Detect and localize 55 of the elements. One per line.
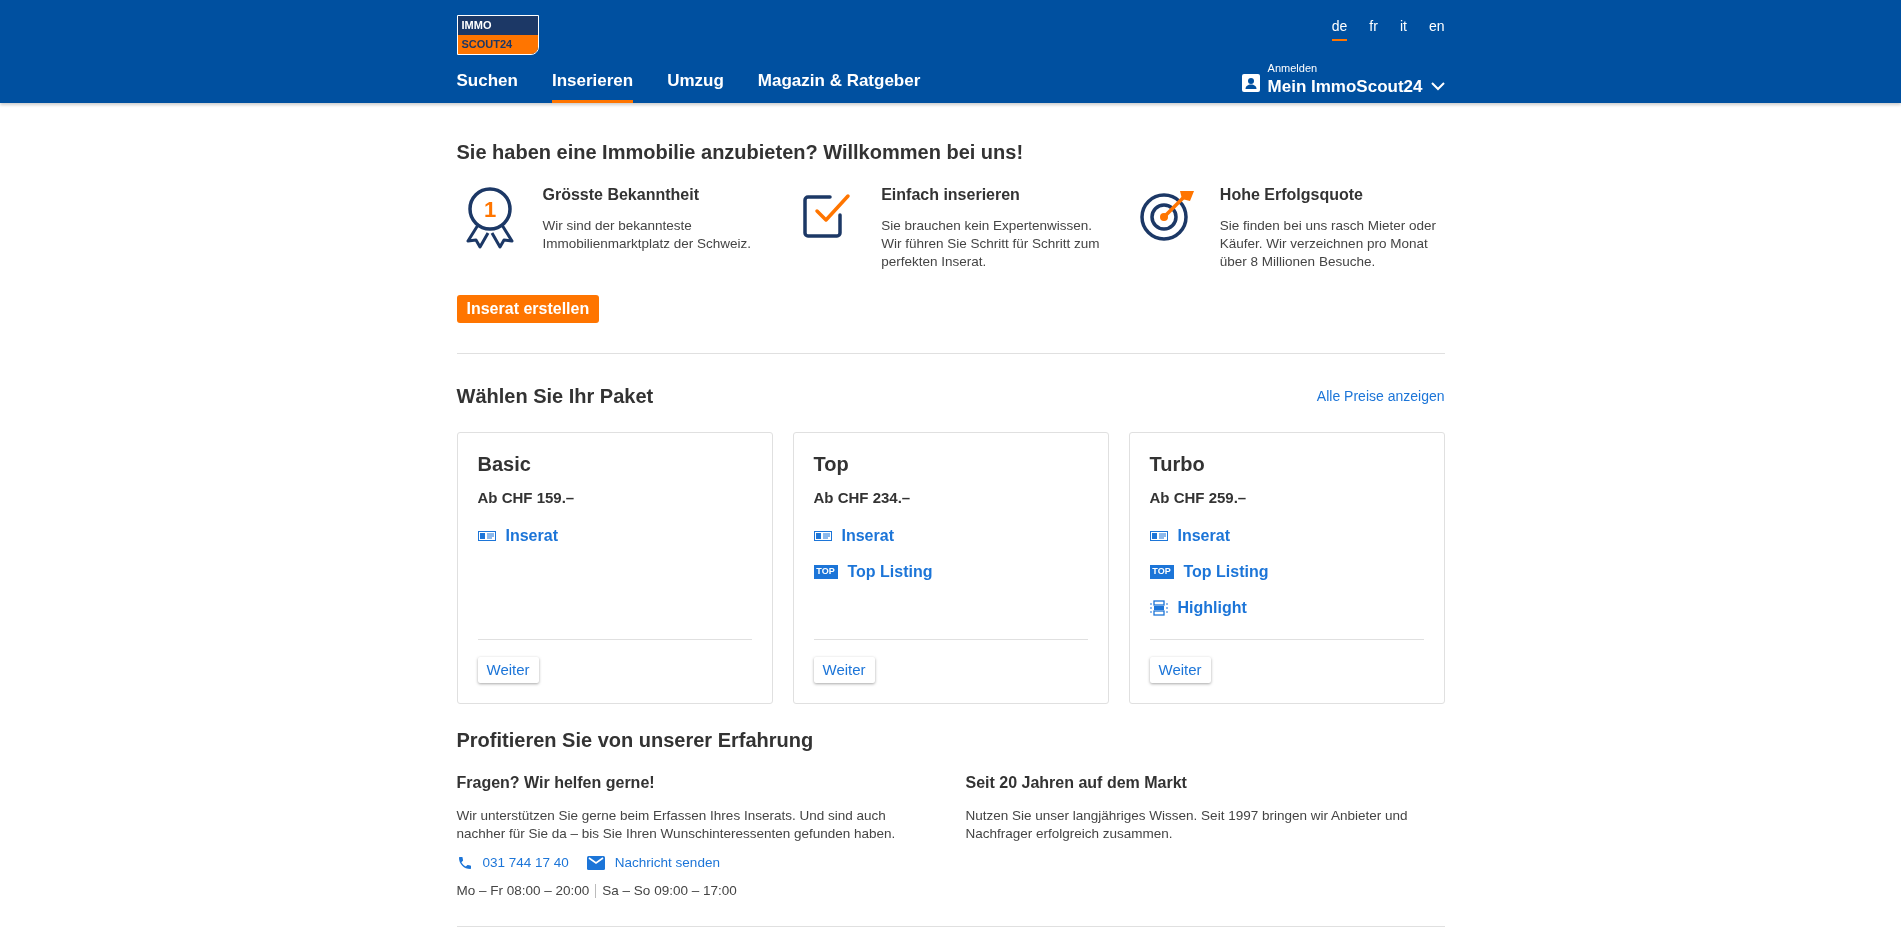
nav-tab[interactable]: Umzug [667,67,724,103]
language-link[interactable]: fr [1369,16,1378,41]
listing-card-icon [477,530,496,541]
login-hint: Anmelden [1267,63,1319,74]
column-text: Wir unterstützen Sie gerne beim Erfassen Ihres Inserats. Und sind auch nachher für Sie da – bis Sie Ihren Wunschinteressenten gefunden haben. [456,807,897,843]
nav-tab[interactable]: Magazin & Ratgeber [757,67,921,103]
top-badge-icon: TOP [813,564,838,579]
message-link[interactable]: Nachricht senden [586,853,720,874]
column-title: Seit 20 Jahren auf dem Markt [965,773,1188,793]
language-link[interactable]: en [1428,16,1445,41]
create-listing-button[interactable]: Inserat erstellen [456,295,600,323]
packages-heading: Wählen Sie Ihr Paket [456,384,654,409]
language-link[interactable]: it [1399,16,1407,41]
feature-text: Sie finden bei uns rasch Mieter oder Käufer. Wir verzeichnen pro Monat über 8 Millionen Besuche. [1219,217,1437,271]
package-name: Basic [477,452,532,477]
package-price: Ab CHF 259.– [1149,488,1248,508]
package-feature-link[interactable]: Top Listing [847,559,933,584]
listing-card-icon [813,530,832,541]
account-menu[interactable]: Mein ImmoScout24 [1267,78,1445,95]
experience-heading: Profitieren Sie von unserer Erfahrung [456,728,815,753]
package-price: Ab CHF 234.– [813,488,912,508]
opening-hours: Mo – Fr 08:00 – 20:00 [456,882,590,901]
envelope-icon [586,856,605,871]
user-icon [1241,74,1260,92]
package-feature-link[interactable]: Highlight [1177,595,1247,620]
feature-text: Wir sind der bekannteste Immobilienmarktplatz der Schweiz. [542,217,753,253]
package-price: Ab CHF 159.– [477,488,576,508]
continue-button[interactable]: Weiter [477,657,539,683]
logo[interactable]: IMMO SCOUT24 [456,15,539,55]
chevron-down-icon [1430,82,1445,91]
nav-tab[interactable]: Suchen [456,67,518,103]
highlight-rows-icon [1149,599,1168,616]
phone-icon [456,855,473,872]
package-feature-link[interactable]: Inserat [1177,523,1230,548]
feature-title: Grösste Bekanntheit [542,185,700,205]
package-feature-link[interactable]: Top Listing [1183,559,1269,584]
feature-text: Sie brauchen kein Expertenwissen. Wir führen Sie Schritt für Schritt zum perfekten Inserat. [881,217,1101,271]
feature-title: Einfach inserieren [881,185,1021,205]
all-prices-link[interactable]: Alle Preise anzeigen [1316,385,1445,407]
feature-title: Hohe Erfolgsquote [1219,185,1364,205]
continue-button[interactable]: Weiter [1149,657,1211,683]
column-text: Nutzen Sie unser langjähriges Wissen. Seit 1997 bringen wir Anbieter und Nachfrager erfolgreich zusammen. [965,807,1409,843]
listing-card-icon [1149,530,1168,541]
language-link[interactable]: de [1331,16,1348,41]
continue-button[interactable]: Weiter [813,657,875,683]
nav-tab[interactable]: Inserieren [551,67,634,103]
top-badge-icon: TOP [1149,564,1174,579]
opening-hours: Sa – So 09:00 – 17:00 [602,882,737,901]
column-title: Fragen? Wir helfen gerne! [456,773,656,793]
package-feature-link[interactable]: Inserat [505,523,558,548]
intro-heading: Sie haben eine Immobilie anzubieten? Willkommen bei uns! [456,140,1025,165]
package-name: Turbo [1149,452,1206,477]
package-feature-link[interactable]: Inserat [841,523,894,548]
package-name: Top [813,452,850,477]
phone-link[interactable]: 031 744 17 40 [456,853,569,874]
